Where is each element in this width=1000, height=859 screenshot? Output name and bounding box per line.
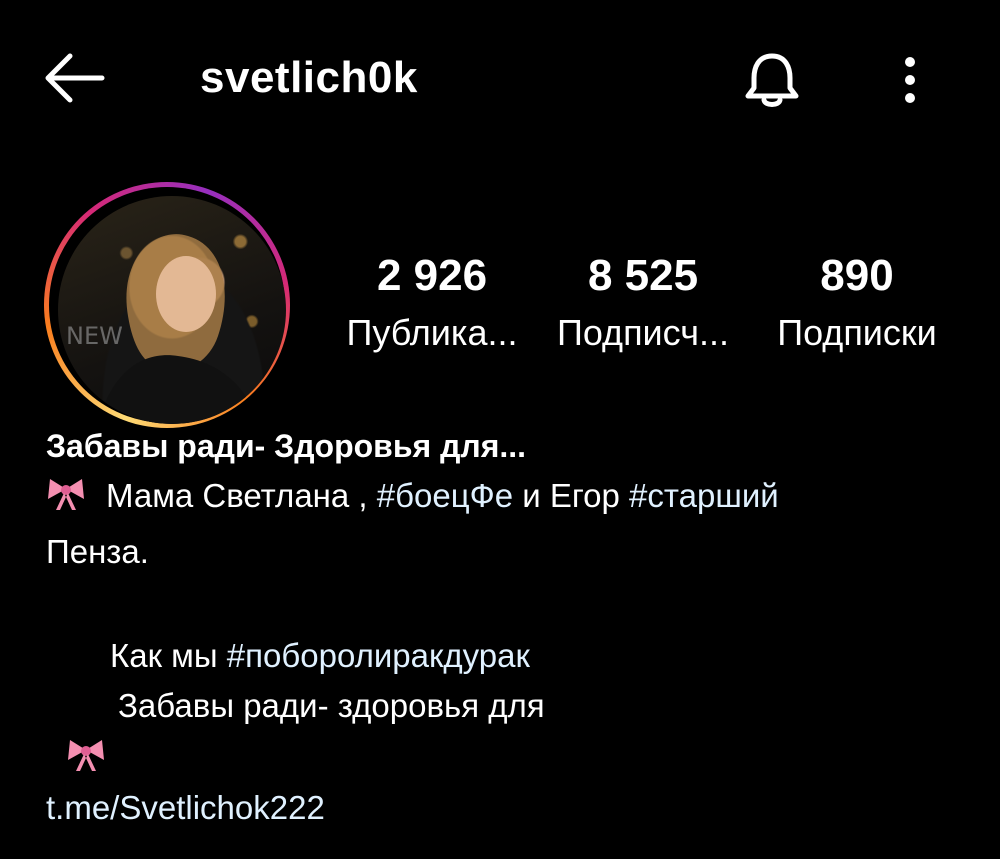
stat-posts-label: Публика... [346,312,518,353]
bio-line-4: Забавы ради- здоровья для [118,687,545,724]
stat-followers-label: Подписч... [556,312,730,353]
stat-following-label: Подписки [777,312,937,353]
bio-line-3: Как мы #поборолиракдурак [110,634,530,678]
arrow-left-icon [45,53,105,103]
stat-followers[interactable]: 8 525 Подписч... [538,250,748,356]
hashtag-link[interactable]: #старший [629,477,779,514]
stat-posts[interactable]: 2 926 Публика... [327,250,537,356]
bio-external-link[interactable]: t.me/Svetlichok222 [46,786,325,830]
story-ring: NEW [44,182,290,428]
more-options-button[interactable] [888,48,932,112]
profile-avatar[interactable]: NEW [58,196,286,424]
more-vertical-icon [905,57,915,103]
back-button[interactable] [40,50,116,110]
bell-icon [745,53,799,107]
bio-line-1: Мама Светлана , #боецФе и Егор #старший [46,474,779,518]
bio-name: Забавы ради- Здоровья для... [46,428,527,464]
notifications-button[interactable] [738,48,806,112]
ribbon-bow-icon [48,479,84,510]
bio-line-2: Пенза. [46,533,149,570]
bio-emoji-line [66,738,126,773]
stat-followers-value: 8 525 [587,251,699,300]
svg-text:NEW: NEW [66,322,123,350]
bio-text: Мама Светлана , [106,477,377,514]
hashtag-link[interactable]: #боецФе [377,477,513,514]
avatar-image: NEW [66,234,258,424]
hashtag-link[interactable]: #поборолиракдурак [227,637,530,674]
stat-following-value: 890 [820,251,894,300]
profile-username: svetlich0k [200,53,418,102]
stat-following[interactable]: 890 Подписки [752,250,962,356]
bio-text: и Егор [513,477,630,514]
ribbon-bow-icon [68,740,104,771]
bio-text: Как мы [110,637,227,674]
stat-posts-value: 2 926 [376,251,488,300]
